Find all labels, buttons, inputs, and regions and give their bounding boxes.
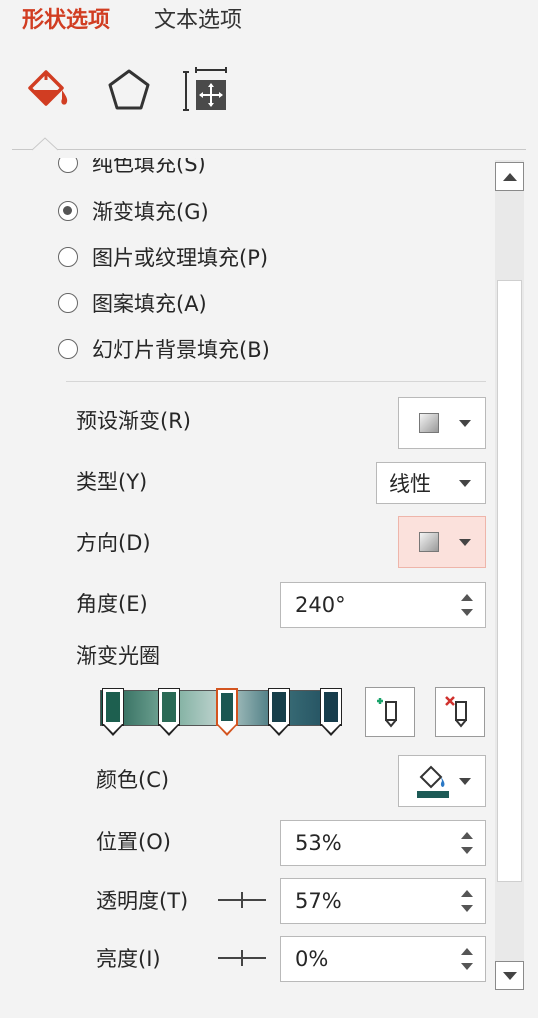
remove-gradient-stop-button[interactable] — [435, 687, 485, 737]
gradient-stop-handle[interactable] — [158, 688, 180, 738]
tab-separator — [12, 149, 526, 150]
chevron-up-icon — [503, 173, 517, 181]
radio-button[interactable] — [58, 158, 78, 173]
position-value[interactable]: 53% — [295, 829, 342, 857]
gradient-swatch-icon — [419, 413, 439, 433]
scroll-down-button[interactable] — [495, 961, 524, 990]
section-divider — [66, 381, 486, 382]
tab-shape-options[interactable]: 形状选项 — [22, 6, 110, 36]
add-stop-icon — [377, 698, 397, 728]
paint-bucket-icon[interactable] — [22, 66, 72, 116]
radio-button[interactable] — [58, 339, 78, 359]
size-layout-icon[interactable] — [182, 66, 232, 116]
radio-picture-texture-fill[interactable]: 图片或纹理填充(P) — [58, 242, 268, 272]
preset-gradient-dropdown[interactable] — [398, 397, 486, 449]
brightness-label: 亮度(I) — [96, 947, 161, 971]
spin-up-icon[interactable] — [461, 832, 473, 839]
spin-up-icon[interactable] — [461, 948, 473, 955]
fill-color-icon — [417, 765, 449, 798]
transparency-value[interactable]: 57% — [295, 887, 342, 915]
chevron-down-icon — [459, 539, 471, 546]
brightness-value[interactable]: 0% — [295, 945, 328, 973]
type-label: 类型(Y) — [76, 470, 148, 494]
chevron-down-icon — [503, 972, 517, 980]
tab-text-options[interactable]: 文本选项 — [154, 6, 242, 36]
radio-button-checked[interactable] — [58, 201, 78, 221]
position-label: 位置(O) — [96, 830, 171, 854]
radio-label: 图案填充(A) — [92, 292, 207, 316]
active-pointer — [31, 136, 59, 151]
color-label: 颜色(C) — [96, 768, 170, 792]
type-dropdown[interactable]: 线性 — [376, 462, 486, 504]
radio-solid-fill[interactable]: 纯色填充(S) — [58, 158, 206, 178]
remove-stop-icon — [445, 696, 467, 728]
color-dropdown[interactable] — [398, 755, 486, 807]
direction-dropdown[interactable] — [398, 516, 486, 568]
add-gradient-stop-button[interactable] — [365, 687, 415, 737]
gradient-stop-handle[interactable] — [216, 688, 238, 738]
radio-label: 渐变填充(G) — [92, 200, 209, 224]
radio-pattern-fill[interactable]: 图案填充(A) — [58, 288, 207, 318]
scrollbar-thumb[interactable] — [497, 280, 522, 882]
pentagon-icon[interactable] — [104, 66, 154, 116]
chevron-down-icon — [459, 480, 471, 487]
scroll-up-button[interactable] — [495, 162, 524, 191]
brightness-slider[interactable] — [218, 948, 266, 968]
gradient-stop-handle[interactable] — [102, 688, 124, 738]
angle-value[interactable]: 240° — [295, 591, 346, 619]
chevron-down-icon — [459, 778, 471, 785]
radio-slide-background-fill[interactable]: 幻灯片背景填充(B) — [58, 334, 270, 364]
preset-gradient-label: 预设渐变(R) — [76, 409, 191, 433]
spin-down-icon[interactable] — [461, 847, 473, 854]
type-value: 线性 — [389, 472, 431, 496]
gradient-stops-label: 渐变光圈 — [76, 644, 160, 668]
spin-down-icon[interactable] — [461, 963, 473, 970]
radio-label: 幻灯片背景填充(B) — [92, 338, 270, 362]
radio-button[interactable] — [58, 247, 78, 267]
spin-up-icon[interactable] — [461, 594, 473, 601]
gradient-stop-handle[interactable] — [320, 688, 342, 738]
direction-label: 方向(D) — [76, 531, 151, 555]
radio-button[interactable] — [58, 293, 78, 313]
radio-label: 纯色填充(S) — [92, 158, 206, 176]
angle-spinner[interactable]: 240° — [280, 582, 486, 628]
spin-down-icon[interactable] — [461, 905, 473, 912]
slider-thumb[interactable] — [241, 950, 243, 966]
transparency-label: 透明度(T) — [96, 889, 189, 913]
slider-thumb[interactable] — [241, 892, 243, 908]
chevron-down-icon — [459, 420, 471, 427]
spin-up-icon[interactable] — [461, 890, 473, 897]
radio-label: 图片或纹理填充(P) — [92, 246, 269, 270]
gradient-swatch-icon — [419, 532, 439, 552]
radio-gradient-fill[interactable]: 渐变填充(G) — [58, 196, 209, 226]
position-spinner[interactable]: 53% — [280, 820, 486, 866]
transparency-spinner[interactable]: 57% — [280, 878, 486, 924]
transparency-slider[interactable] — [218, 890, 266, 910]
angle-label: 角度(E) — [76, 592, 148, 616]
spin-down-icon[interactable] — [461, 609, 473, 616]
gradient-stop-handle[interactable] — [268, 688, 290, 738]
brightness-spinner[interactable]: 0% — [280, 936, 486, 982]
